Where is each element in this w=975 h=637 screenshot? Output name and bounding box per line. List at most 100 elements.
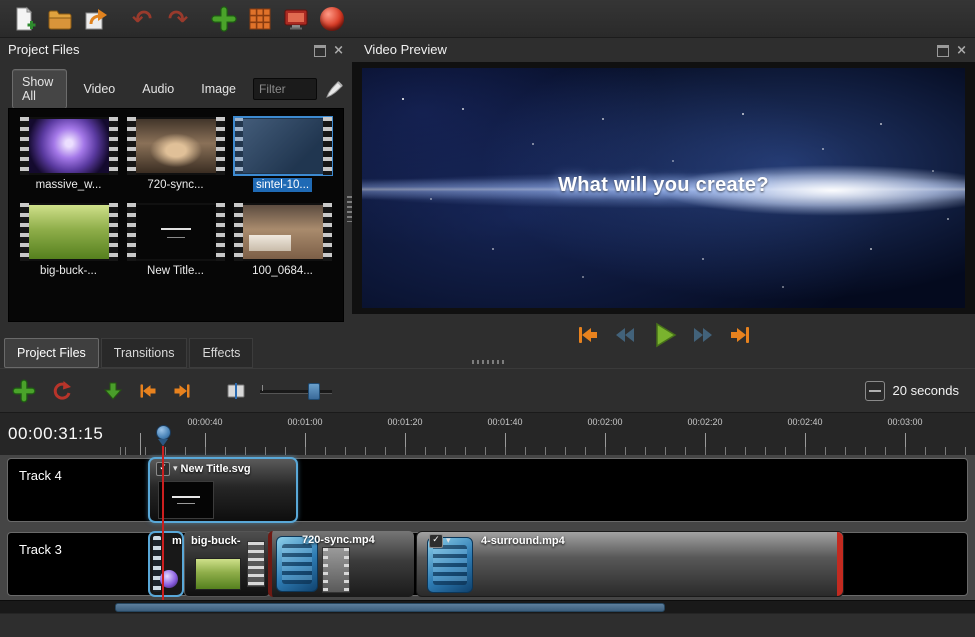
playhead-timecode: 00:00:31:15 — [8, 424, 103, 444]
save-project-icon — [83, 6, 109, 32]
import-files-button[interactable] — [208, 3, 240, 35]
new-project-button[interactable] — [8, 3, 40, 35]
ruler-minor-ticks — [110, 447, 975, 455]
video-preview-panel: Video Preview × What will you create? — [352, 38, 975, 368]
file-name: big-buck-... — [37, 264, 100, 278]
file-name: 720-sync... — [144, 178, 206, 192]
clip-big-buck[interactable]: big-buck- — [184, 531, 270, 597]
playhead-tip — [158, 439, 168, 446]
open-project-button[interactable] — [44, 3, 76, 35]
vertical-splitter-handle[interactable] — [347, 196, 352, 222]
tab-transitions[interactable]: Transitions — [101, 338, 188, 368]
filter-tab-image[interactable]: Image — [191, 76, 246, 102]
filter-tab-audio[interactable]: Audio — [132, 76, 184, 102]
clip-720-sync[interactable]: 720-sync.mp4 — [268, 531, 414, 597]
playhead-marker[interactable] — [156, 425, 170, 446]
export-video-icon — [320, 7, 344, 31]
undo-button[interactable]: ↶ — [126, 3, 158, 35]
clip-menu-icon[interactable]: ▾ — [446, 536, 451, 546]
filter-tab-video[interactable]: Video — [74, 76, 126, 102]
clip-label: 720-sync.mp4 — [302, 534, 375, 546]
project-file-item[interactable]: 720-sync... — [122, 117, 229, 191]
snapping-button[interactable] — [50, 380, 72, 402]
ruler-tick-label: 00:03:00 — [887, 417, 922, 427]
redo-button[interactable]: ↷ — [162, 3, 194, 35]
clip-label: 4-surround.mp4 — [481, 535, 565, 547]
ruler-tick-label: 00:01:20 — [387, 417, 422, 427]
zoom-scale-icon[interactable] — [865, 381, 885, 401]
jump-to-end-icon — [728, 323, 752, 347]
clip-label: m — [172, 535, 182, 547]
add-track-icon — [12, 379, 36, 403]
ruler-tick-label: 00:01:40 — [487, 417, 522, 427]
filter-input[interactable] — [253, 78, 317, 100]
jump-to-end-button[interactable] — [728, 323, 752, 347]
ruler-tick-label: 00:01:00 — [287, 417, 322, 427]
clip-massive[interactable]: m — [148, 531, 184, 597]
timeline-ruler[interactable]: 00:00:40 00:01:00 00:01:20 00:01:40 00:0… — [110, 413, 975, 456]
add-track-button[interactable] — [12, 379, 36, 403]
clip-effect-check-icon[interactable]: ✓ — [429, 534, 443, 548]
add-marker-icon — [102, 380, 124, 402]
playhead-ball — [156, 425, 171, 440]
next-marker-button[interactable] — [172, 381, 192, 401]
project-file-item[interactable]: big-buck-... — [15, 203, 122, 277]
add-marker-button[interactable] — [102, 380, 124, 402]
export-video-button[interactable] — [316, 3, 348, 35]
clip-thumbnail — [158, 481, 214, 519]
clear-filter-button[interactable] — [324, 78, 346, 100]
tab-project-files[interactable]: Project Files — [4, 338, 99, 368]
horizontal-splitter-handle[interactable] — [472, 360, 506, 364]
selection-overlay — [234, 117, 332, 175]
video-preview-panel-title: Video Preview — [364, 42, 447, 57]
zoom-slider-handle[interactable] — [308, 383, 320, 400]
undo-icon: ↶ — [132, 7, 152, 31]
fullscreen-button[interactable] — [280, 3, 312, 35]
timeline-zoom-slider — [260, 381, 332, 401]
clip-new-title-svg[interactable]: ✓ ▾ New Title.svg — [148, 457, 298, 523]
project-file-item[interactable]: 100_0684... — [229, 203, 336, 277]
previous-marker-icon — [138, 381, 158, 401]
clip-trim-handle[interactable] — [837, 532, 843, 596]
choose-profile-icon — [247, 6, 273, 32]
clip-surround[interactable]: ✓ ▾ 4-surround.mp4 — [416, 531, 844, 597]
float-panel-icon[interactable] — [937, 45, 949, 57]
timeline-scrollbar-handle[interactable] — [115, 603, 665, 612]
ruler-tick-label: 00:02:20 — [687, 417, 722, 427]
fast-forward-button[interactable] — [691, 323, 715, 347]
float-panel-icon[interactable] — [314, 45, 326, 57]
project-file-item[interactable]: New Title... — [122, 203, 229, 277]
file-thumbnail — [234, 203, 332, 261]
filter-tab-show-all[interactable]: Show All — [12, 69, 67, 109]
zoom-slider-groove — [260, 390, 332, 394]
project-file-item[interactable]: massive_w... — [15, 117, 122, 191]
jump-to-start-button[interactable] — [576, 323, 600, 347]
panel-bottom-tabs: Project Files Transitions Effects — [4, 336, 253, 368]
openshot-window: ↶ ↷ — [0, 0, 975, 637]
tab-effects[interactable]: Effects — [189, 338, 253, 368]
timeline-scrollbar — [0, 600, 975, 614]
rewind-button[interactable] — [613, 323, 637, 347]
previous-marker-button[interactable] — [138, 381, 158, 401]
fullscreen-icon — [283, 6, 309, 32]
open-folder-icon — [47, 6, 73, 32]
video-overlay-text: What will you create? — [362, 174, 965, 197]
save-project-button[interactable] — [80, 3, 112, 35]
clip-thumbnail — [195, 558, 241, 590]
close-panel-icon[interactable]: × — [956, 46, 967, 56]
playhead-line — [162, 446, 164, 600]
center-playhead-button[interactable] — [226, 381, 246, 401]
project-files-grid: massive_w... 720-sync... sintel-10... bi… — [8, 108, 344, 322]
choose-profile-button[interactable] — [244, 3, 276, 35]
filmstrip-sprockets — [247, 541, 265, 587]
redo-icon: ↷ — [168, 7, 188, 31]
import-files-icon — [211, 6, 237, 32]
clip-menu-icon[interactable]: ▾ — [173, 464, 178, 474]
close-panel-icon[interactable]: × — [333, 46, 344, 56]
play-button[interactable] — [650, 321, 678, 349]
clip-label: big-buck- — [191, 535, 241, 547]
panel-dock-buttons: × — [314, 45, 344, 57]
project-file-item-selected[interactable]: sintel-10... — [229, 117, 336, 191]
filmstrip-sprockets — [153, 536, 161, 592]
panel-dock-buttons: × — [937, 45, 967, 57]
